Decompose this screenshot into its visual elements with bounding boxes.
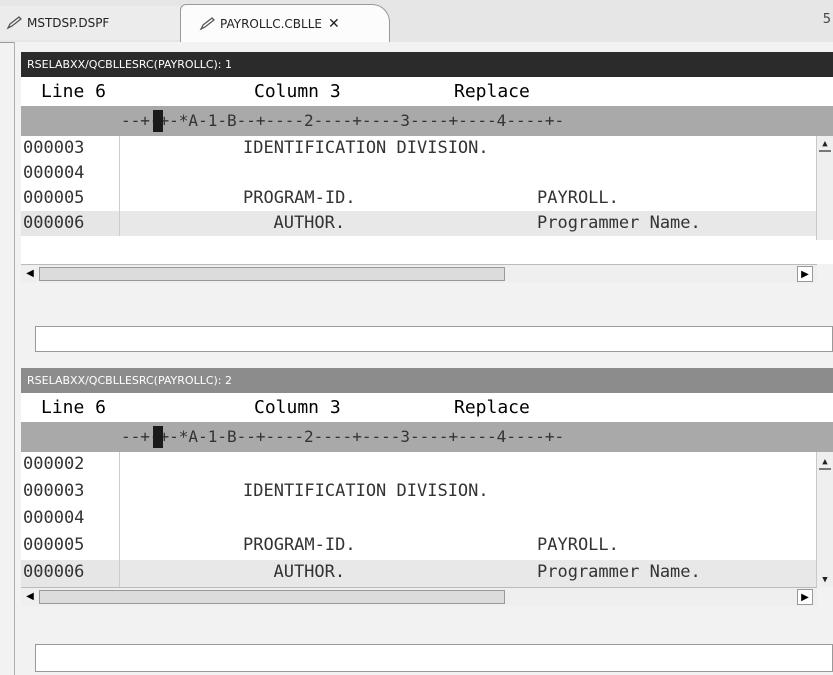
scroll-right-icon[interactable]: ▶ bbox=[797, 266, 813, 282]
code-row[interactable]: 000005 PROGRAM-ID. PAYROLL. bbox=[21, 533, 833, 560]
ruler-cursor bbox=[153, 110, 163, 132]
line-number: 000003 bbox=[23, 138, 85, 158]
tab-payrollc[interactable]: PAYROLLC.CBLLE ✕ bbox=[180, 4, 390, 42]
mode-indicator: Replace bbox=[454, 81, 530, 102]
code-area[interactable]: 000003 IDENTIFICATION DIVISION. 000004 00… bbox=[21, 136, 833, 264]
scroll-left-icon[interactable]: ◀ bbox=[23, 267, 37, 281]
code-row-current[interactable]: 000006 AUTHOR. Programmer Name. bbox=[21, 211, 833, 236]
pencil-icon bbox=[6, 16, 22, 30]
code-row[interactable]: 000004 bbox=[21, 161, 833, 186]
ruler-text: --+-+-*A-1-B--+----2----+----3----+----4… bbox=[121, 427, 565, 446]
line-number: 000002 bbox=[23, 454, 85, 474]
code-row[interactable]: 000003 IDENTIFICATION DIVISION. bbox=[21, 479, 833, 506]
line-number: 000003 bbox=[23, 481, 85, 501]
column-indicator: Column 3 bbox=[254, 397, 341, 418]
code-row[interactable]: 000004 bbox=[21, 506, 833, 533]
line-indicator: Line 6 bbox=[41, 81, 107, 102]
scroll-thumb[interactable] bbox=[39, 590, 505, 604]
code-text: AUTHOR. bbox=[253, 213, 346, 233]
code-text-2: Programmer Name. bbox=[537, 213, 701, 233]
line-number: 000005 bbox=[23, 535, 85, 555]
ruler-text: --+-+-*A-1-B--+----2----+----3----+----4… bbox=[121, 111, 565, 130]
horizontal-scrollbar[interactable]: ◀ ▶ bbox=[21, 587, 817, 606]
column-indicator: Column 3 bbox=[254, 81, 341, 102]
mode-indicator: Replace bbox=[454, 397, 530, 418]
code-text: PROGRAM-ID. bbox=[243, 188, 356, 208]
code-area[interactable]: 000002 000003 IDENTIFICATION DIVISION. 00… bbox=[21, 452, 833, 587]
pane-title: RSELABXX/QCBLLESRC(PAYROLLC): 2 bbox=[21, 368, 833, 393]
scroll-up-icon[interactable]: ▲ bbox=[819, 139, 831, 149]
line-number: 000004 bbox=[23, 508, 85, 528]
pane-title: RSELABXX/QCBLLESRC(PAYROLLC): 1 bbox=[21, 52, 833, 77]
line-number: 000006 bbox=[23, 213, 85, 233]
code-text-2: Programmer Name. bbox=[537, 562, 701, 582]
scroll-thumb[interactable] bbox=[819, 468, 831, 476]
pencil-icon bbox=[199, 16, 215, 30]
code-row[interactable]: 000005 PROGRAM-ID. PAYROLL. bbox=[21, 186, 833, 211]
line-indicator: Line 6 bbox=[41, 397, 107, 418]
column-ruler: --+-+-*A-1-B--+----2----+----3----+----4… bbox=[21, 106, 833, 136]
command-line-input[interactable] bbox=[35, 644, 833, 672]
vertical-scrollbar[interactable]: ▲ ▼ bbox=[816, 452, 833, 587]
code-blank-area bbox=[21, 240, 833, 264]
tab-label: PAYROLLC.CBLLE bbox=[220, 16, 322, 31]
status-line: Line 6 Column 3 Replace bbox=[21, 393, 833, 422]
code-text-2: PAYROLL. bbox=[537, 188, 619, 208]
code-text: AUTHOR. bbox=[253, 562, 346, 582]
editor-pane-2: RSELABXX/QCBLLESRC(PAYROLLC): 2 Line 6 C… bbox=[21, 368, 833, 606]
tab-label: MSTDSP.DSPF bbox=[27, 16, 110, 30]
code-row-current[interactable]: 000006 AUTHOR. Programmer Name. bbox=[21, 560, 833, 587]
code-text-2: PAYROLL. bbox=[537, 535, 619, 555]
scroll-thumb[interactable] bbox=[819, 150, 831, 158]
line-number: 000006 bbox=[23, 562, 85, 582]
ruler-cursor bbox=[153, 426, 163, 448]
line-number: 000005 bbox=[23, 188, 85, 208]
code-row[interactable]: 000002 bbox=[21, 452, 833, 479]
status-line: Line 6 Column 3 Replace bbox=[21, 77, 833, 106]
scroll-right-icon[interactable]: ▶ bbox=[797, 589, 813, 605]
close-icon[interactable]: ✕ bbox=[328, 16, 340, 32]
scroll-down-icon[interactable]: ▼ bbox=[819, 575, 831, 585]
code-row[interactable]: 000003 IDENTIFICATION DIVISION. bbox=[21, 136, 833, 161]
scroll-thumb[interactable] bbox=[39, 267, 505, 281]
code-text: IDENTIFICATION DIVISION. bbox=[243, 138, 489, 158]
horizontal-scrollbar[interactable]: ◀ ▶ bbox=[21, 264, 817, 283]
tab-overflow-count[interactable]: 5 bbox=[823, 12, 831, 27]
command-line-input[interactable] bbox=[35, 326, 833, 352]
editor-pane-1: RSELABXX/QCBLLESRC(PAYROLLC): 1 Line 6 C… bbox=[21, 52, 833, 283]
scroll-left-icon[interactable]: ◀ bbox=[23, 590, 37, 604]
column-ruler: --+-+-*A-1-B--+----2----+----3----+----4… bbox=[21, 422, 833, 452]
code-text: IDENTIFICATION DIVISION. bbox=[243, 481, 489, 501]
code-text: PROGRAM-ID. bbox=[243, 535, 356, 555]
tab-mstdsp[interactable]: MSTDSP.DSPF bbox=[0, 6, 180, 40]
line-number: 000004 bbox=[23, 163, 85, 183]
editor-tab-bar: MSTDSP.DSPF PAYROLLC.CBLLE ✕ 5 bbox=[0, 0, 833, 43]
scroll-up-icon[interactable]: ▲ bbox=[819, 457, 831, 467]
